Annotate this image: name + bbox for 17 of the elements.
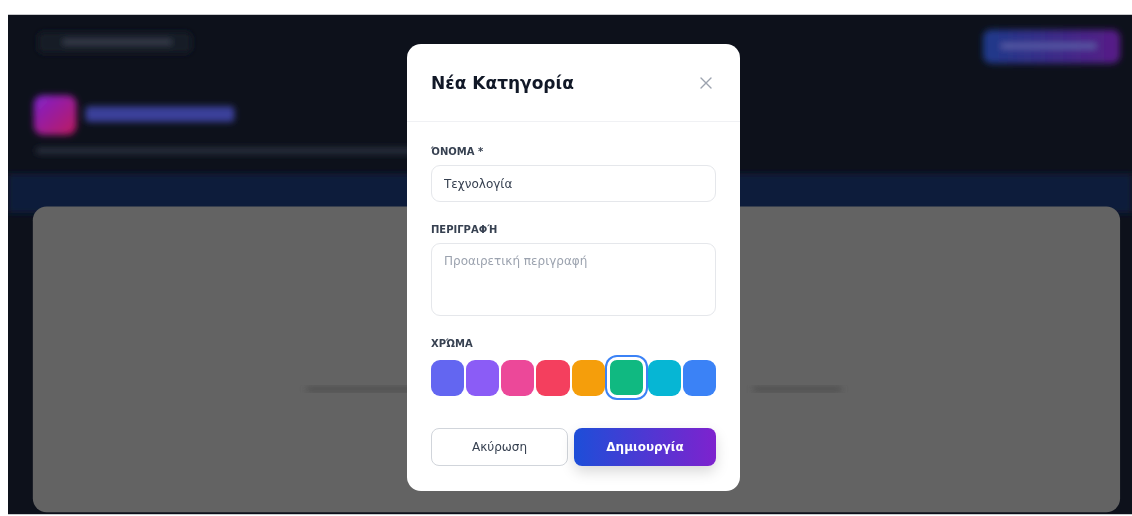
- color-swatch[interactable]: [466, 359, 500, 396]
- color-swatch[interactable]: [647, 359, 681, 396]
- cancel-button[interactable]: Ακύρωση: [431, 428, 569, 466]
- description-text-area[interactable]: Προαιρετική περιγραφή: [431, 243, 716, 316]
- color-swatch[interactable]: [606, 357, 646, 398]
- color-swatch[interactable]: [431, 359, 465, 396]
- color-swatch[interactable]: [682, 359, 716, 396]
- name-input-field[interactable]: Τεχνολογία: [431, 165, 716, 202]
- color-swatch[interactable]: [571, 359, 605, 396]
- color-swatch[interactable]: [536, 359, 570, 396]
- close-icon[interactable]: [700, 76, 712, 89]
- field-label: ΌΝΟΜΑ *: [431, 146, 485, 157]
- color-swatch[interactable]: [501, 359, 535, 396]
- field-label: ΠΕΡΙΓΡΑΦΉ: [431, 224, 499, 235]
- create-button[interactable]: Δημιουργία: [574, 428, 716, 466]
- dialog-title: Νέα Κατηγορία: [431, 72, 574, 93]
- field-label: ΧΡΏΜΑ: [431, 338, 474, 349]
